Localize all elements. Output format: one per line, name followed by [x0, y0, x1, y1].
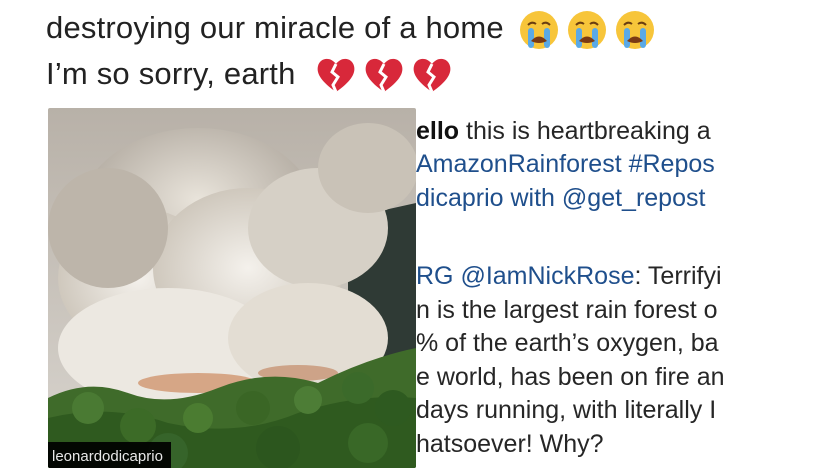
tweet-text: I’m so sorry, earth [46, 56, 296, 92]
caption-line: hatsoever! Why? [416, 430, 604, 458]
caption-line: n is the largest rain forest o [416, 296, 718, 324]
broken-heart-icon [362, 56, 406, 96]
caption-line: dicaprio with @get_repost [416, 184, 706, 212]
crying-face-icon [565, 8, 609, 52]
caption-line: ello this is heartbreaking a [416, 117, 711, 145]
broken-heart-icon [314, 56, 358, 96]
forest-fire-image [48, 108, 416, 468]
wildfire-photo[interactable]: leonardodicaprio [48, 108, 416, 468]
crying-face-icon [517, 8, 561, 52]
tweet-text-line-2: I’m so sorry, earth [46, 56, 454, 96]
username-link[interactable]: ello [416, 117, 459, 145]
caption-line: e world, has been on fire an [416, 363, 725, 391]
caption-line: % of the earth’s oxygen, ba [416, 329, 719, 357]
instagram-caption: ello this is heartbreaking a AmazonRainf… [416, 112, 830, 468]
caption-line: RG @IamNickRose: Terrifyi [416, 262, 722, 290]
hashtag-line[interactable]: AmazonRainforest #Repos [416, 149, 715, 179]
caption-line: days running, with literally I [416, 396, 717, 424]
broken-heart-icon [410, 56, 454, 96]
tweet-text: destroying our miracle of a home [46, 10, 504, 46]
photo-watermark: leonardodicaprio [48, 442, 171, 468]
tweet-text-line-1: destroying our miracle of a home [46, 8, 657, 52]
mention-link[interactable]: @get_repost [562, 184, 706, 212]
crying-face-icon [613, 8, 657, 52]
mention-link[interactable]: @IamNickRose [460, 262, 634, 290]
